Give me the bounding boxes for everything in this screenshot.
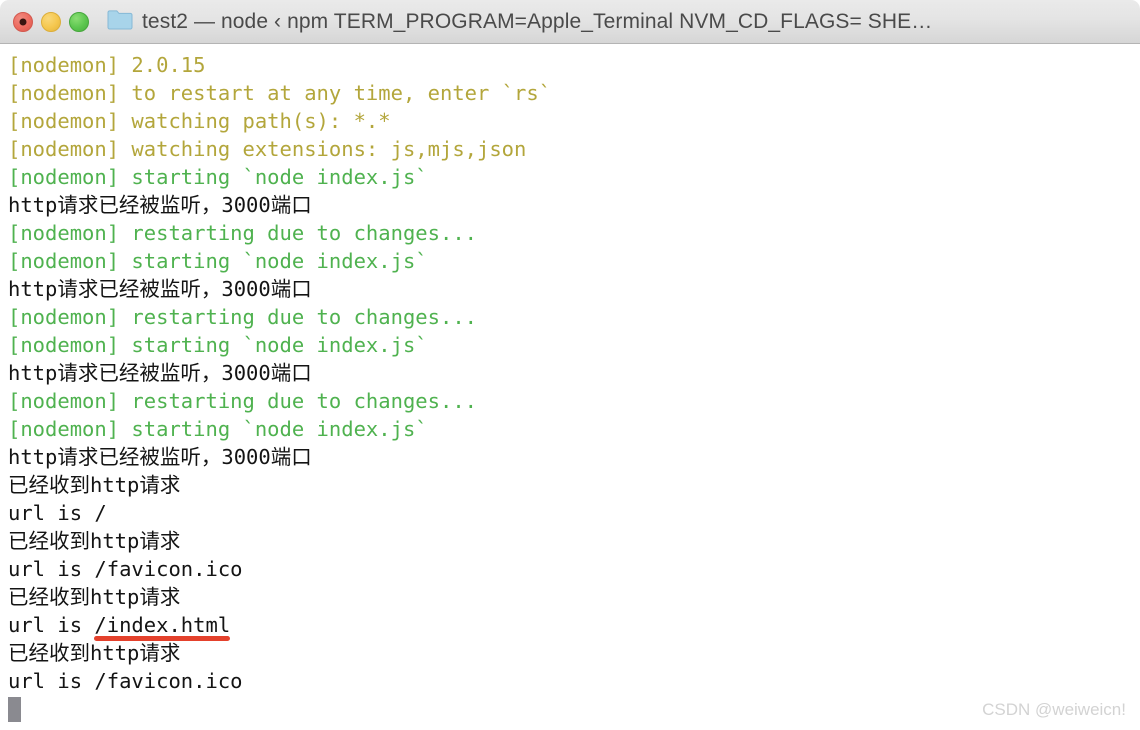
terminal-line-text: url is / [8, 501, 107, 525]
terminal-line: url is /index.html [8, 611, 1140, 641]
terminal-line-text: [nodemon] to restart at any time, enter … [8, 81, 552, 105]
underlined-url-text: /index.html [94, 613, 231, 637]
terminal-line-text: [nodemon] restarting due to changes... [8, 221, 477, 245]
terminal-line: [nodemon] 2.0.15 [8, 51, 1140, 79]
underlined-url: /index.html [94, 611, 231, 641]
terminal-line: 已经收到http请求 [8, 639, 1140, 667]
terminal-line: [nodemon] starting `node index.js` [8, 415, 1140, 443]
terminal-line: [nodemon] restarting due to changes... [8, 219, 1140, 247]
window-controls [13, 11, 89, 32]
terminal-line-text: [nodemon] watching path(s): *.* [8, 109, 391, 133]
terminal-lines: [nodemon] 2.0.15 [nodemon] to restart at … [8, 51, 1140, 695]
terminal-line-text: [nodemon] starting `node index.js` [8, 417, 428, 441]
terminal-line: [nodemon] starting `node index.js` [8, 331, 1140, 359]
terminal-line-text: http请求已经被监听，3000端口 [8, 361, 312, 385]
terminal-line: http请求已经被监听，3000端口 [8, 275, 1140, 303]
terminal-line: http请求已经被监听，3000端口 [8, 191, 1140, 219]
close-button[interactable] [13, 11, 33, 32]
terminal-line: url is /favicon.ico [8, 555, 1140, 583]
terminal-line-text: [nodemon] starting `node index.js` [8, 333, 428, 357]
terminal-line-text: [nodemon] starting `node index.js` [8, 249, 428, 273]
terminal-line: 已经收到http请求 [8, 583, 1140, 611]
terminal-line-text: 已经收到http请求 [8, 585, 181, 609]
terminal-line: 已经收到http请求 [8, 527, 1140, 555]
terminal-line: [nodemon] starting `node index.js` [8, 247, 1140, 275]
terminal-output[interactable]: [nodemon] 2.0.15 [nodemon] to restart at … [0, 44, 1140, 730]
terminal-line: [nodemon] to restart at any time, enter … [8, 79, 1140, 107]
terminal-line-text: http请求已经被监听，3000端口 [8, 277, 312, 301]
folder-icon [107, 9, 133, 34]
terminal-line-text: [nodemon] restarting due to changes... [8, 305, 477, 329]
terminal-line: 已经收到http请求 [8, 471, 1140, 499]
terminal-line-text: [nodemon] 2.0.15 [8, 53, 206, 77]
terminal-line: [nodemon] restarting due to changes... [8, 303, 1140, 331]
terminal-line: http请求已经被监听，3000端口 [8, 359, 1140, 387]
terminal-line-text: url is /favicon.ico [8, 557, 243, 581]
maximize-button[interactable] [69, 11, 89, 32]
terminal-line: url is / [8, 499, 1140, 527]
terminal-window: test2 — node ‹ npm TERM_PROGRAM=Apple_Te… [0, 0, 1140, 730]
terminal-line: [nodemon] watching extensions: js,mjs,js… [8, 135, 1140, 163]
window-title: test2 — node ‹ npm TERM_PROGRAM=Apple_Te… [142, 9, 933, 33]
title-bar[interactable]: test2 — node ‹ npm TERM_PROGRAM=Apple_Te… [0, 0, 1140, 44]
terminal-line-text: [nodemon] starting `node index.js` [8, 165, 428, 189]
terminal-line: [nodemon] watching path(s): *.* [8, 107, 1140, 135]
terminal-line: url is /favicon.ico [8, 667, 1140, 695]
terminal-line-text: url is [8, 613, 95, 637]
terminal-line-text: 已经收到http请求 [8, 641, 181, 665]
block-cursor [8, 697, 21, 722]
terminal-line: http请求已经被监听，3000端口 [8, 443, 1140, 471]
terminal-line-text: [nodemon] watching extensions: js,mjs,js… [8, 137, 527, 161]
terminal-line-text: 已经收到http请求 [8, 473, 181, 497]
terminal-line-text: http请求已经被监听，3000端口 [8, 193, 312, 217]
terminal-line-text: http请求已经被监听，3000端口 [8, 445, 312, 469]
terminal-line: [nodemon] starting `node index.js` [8, 163, 1140, 191]
terminal-line-text: 已经收到http请求 [8, 529, 181, 553]
terminal-line: [nodemon] restarting due to changes... [8, 387, 1140, 415]
watermark: CSDN @weiweicn! [982, 700, 1126, 719]
terminal-line-text: [nodemon] restarting due to changes... [8, 389, 477, 413]
terminal-line-text: url is /favicon.ico [8, 669, 243, 693]
minimize-button[interactable] [41, 11, 61, 32]
